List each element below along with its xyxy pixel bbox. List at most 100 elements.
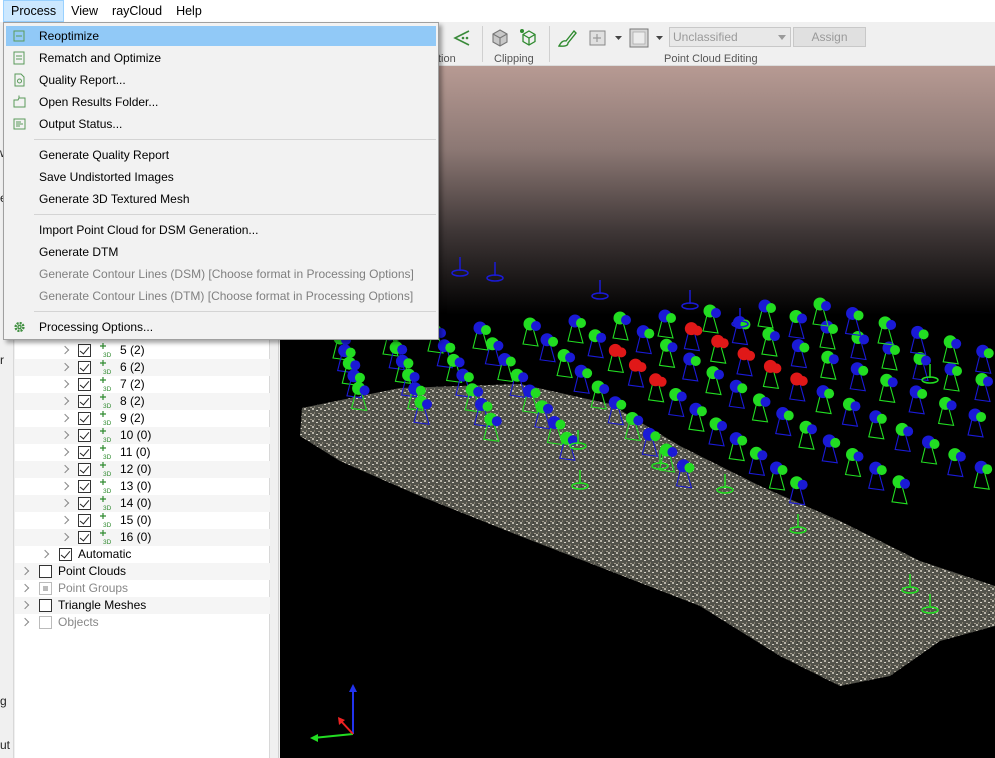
chevron-right-icon[interactable] [60, 481, 70, 491]
tree-camera-group[interactable]: 3D 5 (2) [15, 342, 270, 359]
svg-text:3D: 3D [103, 522, 112, 529]
tree-item-label: 13 (0) [120, 479, 152, 493]
3d-point-icon: 3D [100, 445, 112, 461]
tree-camera-group[interactable]: 3D 16 (0) [15, 529, 270, 546]
tree-item-label: Automatic [78, 547, 132, 561]
3d-point-icon: 3D [100, 428, 112, 444]
svg-text:3D: 3D [103, 488, 112, 495]
chevron-right-icon[interactable] [20, 583, 30, 593]
chevron-right-icon[interactable] [60, 532, 70, 542]
tree-item-automatic[interactable]: Automatic [15, 546, 270, 563]
menu-item-reoptimize[interactable]: Reoptimize [6, 26, 436, 46]
reoptimize-icon [13, 30, 25, 42]
menu-bar: Process View rayCloud Help [0, 0, 995, 22]
menu-item-save-undistorted-images[interactable]: Save Undistorted Images [6, 167, 436, 187]
process-menu-dropdown: Reoptimize Rematch and Optimize Quality … [3, 22, 439, 340]
menu-item-generate-3d-textured-mesh[interactable]: Generate 3D Textured Mesh [6, 189, 436, 209]
menu-process[interactable]: Process [3, 0, 65, 22]
chevron-right-icon[interactable] [60, 413, 70, 423]
tree-layer-item[interactable]: Triangle Meshes [15, 597, 270, 614]
menu-item-import-point-cloud-dsm[interactable]: Import Point Cloud for DSM Generation... [6, 220, 436, 240]
tree-layer-item[interactable]: Point Groups [15, 580, 270, 597]
layer-visibility-checkbox[interactable] [39, 565, 52, 578]
tree-camera-group[interactable]: 3D 7 (2) [15, 376, 270, 393]
automatic-checkbox[interactable] [59, 548, 72, 561]
menu-view[interactable]: View [64, 0, 105, 22]
tree-camera-group[interactable]: 3D 13 (0) [15, 478, 270, 495]
svg-text:3D: 3D [103, 437, 112, 444]
tree-camera-group[interactable]: 3D 8 (2) [15, 393, 270, 410]
chevron-right-icon[interactable] [60, 396, 70, 406]
group-visibility-checkbox[interactable] [78, 395, 91, 408]
tree-camera-group[interactable]: 3D 6 (2) [15, 359, 270, 376]
menu-item-generate-dtm[interactable]: Generate DTM [6, 242, 436, 262]
chevron-right-icon[interactable] [20, 617, 30, 627]
tree-camera-group[interactable]: 3D 12 (0) [15, 461, 270, 478]
tree-camera-group[interactable]: 3D 14 (0) [15, 495, 270, 512]
tree-item-label: Triangle Meshes [58, 598, 147, 612]
group-visibility-checkbox[interactable] [78, 514, 91, 527]
group-visibility-checkbox[interactable] [78, 463, 91, 476]
measure-icon[interactable] [450, 27, 472, 49]
chevron-right-icon[interactable] [60, 447, 70, 457]
group-visibility-checkbox[interactable] [78, 378, 91, 391]
group-visibility-checkbox[interactable] [78, 497, 91, 510]
class-color-icon[interactable] [628, 27, 650, 49]
tree-item-label: 11 (0) [120, 445, 151, 459]
group-visibility-checkbox[interactable] [78, 361, 91, 374]
menu-help[interactable]: Help [169, 0, 209, 22]
chevron-right-icon[interactable] [60, 345, 70, 355]
3d-point-icon: 3D [100, 343, 112, 359]
3d-point-icon: 3D [100, 496, 112, 512]
chevron-right-icon[interactable] [60, 379, 70, 389]
group-visibility-checkbox[interactable] [78, 344, 91, 357]
folder-icon [13, 95, 26, 108]
tree-layer-item[interactable]: Objects [15, 614, 270, 631]
point-cloud-editing-label: Point Cloud Editing [664, 53, 758, 65]
clipping-edit-icon[interactable] [518, 27, 540, 49]
menu-item-quality-report[interactable]: Quality Report... [6, 70, 436, 90]
chevron-right-icon[interactable] [60, 515, 70, 525]
menu-item-open-results-folder[interactable]: Open Results Folder... [6, 92, 436, 112]
menu-item-processing-options[interactable]: Processing Options... [6, 317, 436, 337]
edit-brush-icon[interactable] [556, 27, 578, 49]
group-visibility-checkbox[interactable] [78, 446, 91, 459]
tree-camera-group[interactable]: 3D 9 (2) [15, 410, 270, 427]
svg-text:3D: 3D [103, 471, 112, 478]
group-visibility-checkbox[interactable] [78, 412, 91, 425]
layer-visibility-checkbox [39, 582, 52, 595]
layer-visibility-checkbox[interactable] [39, 599, 52, 612]
tree-item-label: 10 (0) [120, 428, 152, 442]
toolbar-separator [482, 26, 483, 62]
tree-camera-group[interactable]: 3D 11 (0) [15, 444, 270, 461]
chevron-right-icon[interactable] [20, 566, 30, 576]
tree-camera-group[interactable]: 3D 10 (0) [15, 427, 270, 444]
clipping-box-icon[interactable] [489, 27, 511, 49]
tree-item-label: 6 (2) [120, 360, 145, 374]
tree-layer-item[interactable]: Point Clouds [15, 563, 270, 580]
group-visibility-checkbox[interactable] [78, 531, 91, 544]
tree-item-label: 14 (0) [120, 496, 152, 510]
group-visibility-checkbox[interactable] [78, 480, 91, 493]
chevron-right-icon[interactable] [40, 549, 50, 559]
menu-item-generate-quality-report[interactable]: Generate Quality Report [6, 145, 436, 165]
gear-icon [14, 321, 25, 333]
clipped-label: r [0, 353, 4, 367]
select-tool-icon[interactable] [587, 27, 609, 49]
tree-camera-group[interactable]: 3D 15 (0) [15, 512, 270, 529]
chevron-right-icon[interactable] [60, 464, 70, 474]
menu-item-rematch-optimize[interactable]: Rematch and Optimize [6, 48, 436, 68]
tree-item-label: 7 (2) [120, 377, 145, 391]
menu-item-output-status[interactable]: Output Status... [6, 114, 436, 134]
chevron-right-icon[interactable] [20, 600, 30, 610]
chevron-right-icon[interactable] [60, 362, 70, 372]
svg-text:3D: 3D [103, 386, 112, 393]
class-combo-value: Unclassified [673, 30, 738, 44]
chevron-right-icon[interactable] [60, 498, 70, 508]
status-icon [13, 118, 26, 130]
assign-button[interactable]: Assign [793, 27, 866, 47]
chevron-right-icon[interactable] [60, 430, 70, 440]
group-visibility-checkbox[interactable] [78, 429, 91, 442]
class-combo[interactable]: Unclassified [669, 27, 791, 47]
menu-raycloud[interactable]: rayCloud [105, 0, 169, 22]
